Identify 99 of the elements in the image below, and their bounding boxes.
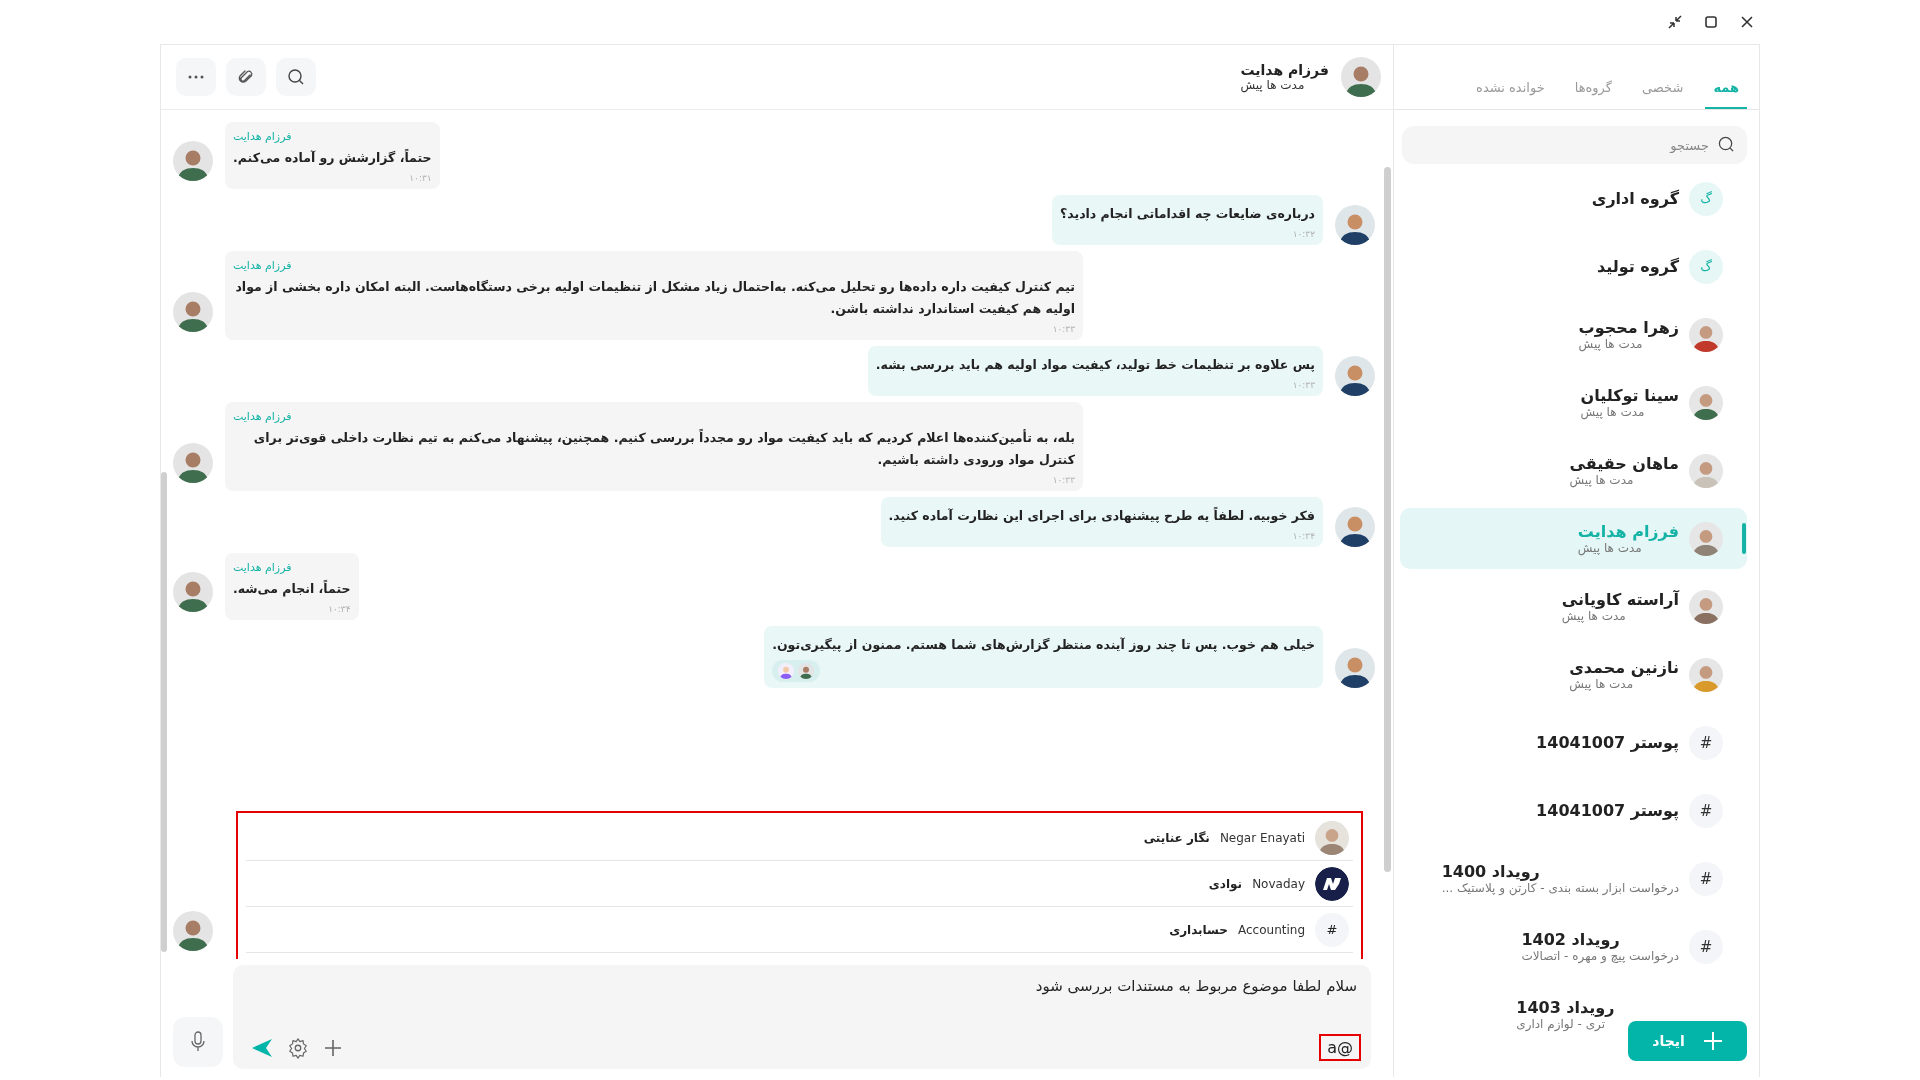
- conversation-subtitle: درخواست پیچ و مهره - اتصالات: [1521, 949, 1679, 963]
- conversation-name[interactable]: زهرا محجوب: [1578, 318, 1679, 337]
- avatar: [1689, 589, 1723, 624]
- message-time: ۱۰:۳۳: [1292, 380, 1315, 390]
- conversation-subtitle: مدت ها پیش: [1561, 609, 1626, 623]
- sender-name: فرزام هدایت: [233, 561, 292, 574]
- sender-name: فرزام هدایت: [233, 259, 292, 272]
- avatar: [1689, 317, 1723, 352]
- conversation-name[interactable]: رویداد 1400: [1441, 862, 1540, 881]
- sender-name: فرزام هدایت: [233, 130, 292, 143]
- avatar: [1689, 657, 1723, 692]
- group-initial: گ: [1689, 181, 1723, 216]
- plus-icon: [323, 1037, 343, 1058]
- conversation-name[interactable]: گروه اداری: [1591, 189, 1679, 208]
- message-text: پس علاوه بر تنظیمات خط تولید، کیفیت مواد اولیه هم باید بررسی بشه.: [875, 356, 1315, 374]
- microphone-button[interactable]: [173, 1017, 223, 1067]
- message-text: بله، به تأمین‌کننده‌ها اعلام کردیم که باید کیفیت مواد رو مجدداً بررسی کنیم. همچنین، پیشنهاد می‌کنم به تیم نظارت داخلی قوی‌تر برای کنترل مواد ورودی داشته باشیم.: [252, 428, 1075, 469]
- conversation-subtitle: درخواست ابزار بسته بندی - کارتن و پلاستیک ...: [1441, 881, 1679, 895]
- message-time: ۱۰:۳۴: [1292, 531, 1315, 541]
- conversation-subtitle: تری - لوازم اداری: [1516, 1017, 1605, 1031]
- collapse-icon[interactable]: [1668, 15, 1682, 29]
- plus-icon: [1702, 1031, 1723, 1051]
- avatar: [1315, 820, 1349, 855]
- avatar: [173, 572, 213, 612]
- conversation-subtitle: مدت ها پیش: [1569, 473, 1634, 487]
- add-button[interactable]: [323, 1037, 343, 1058]
- message-time: ۱۰:۳۱: [409, 173, 432, 183]
- mention-query: a@: [1319, 1034, 1361, 1061]
- display-name: نگار عنایتی: [1143, 830, 1210, 845]
- channel-icon: #: [1689, 861, 1723, 896]
- message-draft: سلام لطفا موضوع مربوط به مستندات بررسی شود: [1034, 977, 1358, 995]
- avatar: [778, 663, 795, 679]
- avatar: [1335, 356, 1375, 396]
- conversation-subtitle: مدت ها پیش: [1569, 677, 1634, 691]
- selection-indicator: [1742, 523, 1746, 554]
- group-initial: گ: [1689, 249, 1723, 284]
- logo-icon: [1315, 866, 1349, 901]
- send-icon: [251, 1037, 273, 1058]
- display-name: حسابداری: [1169, 922, 1228, 937]
- avatar: [798, 663, 815, 679]
- username: Negar Enayati: [1219, 830, 1305, 845]
- avatar: [173, 141, 213, 181]
- message-time: ۱۰:۳۴: [328, 604, 351, 614]
- message-time: ۱۰:۳۳: [1052, 475, 1075, 485]
- message-text: تیم کنترل کیفیت داره داده‌ها رو تحلیل می‌کنه. به‌احتمال زیاد مشکل از تنظیمات اولیه برخی دستگاه‌هاست. البته امکان داره بخشی از مواد اولیه هم کیفیت استاندارد نداشته باشن.: [234, 278, 1075, 318]
- settings-button[interactable]: [287, 1036, 309, 1059]
- avatar: [1689, 453, 1723, 488]
- search-icon: [287, 68, 305, 86]
- conversation-name[interactable]: آراسته کاویانی: [1561, 590, 1679, 609]
- avatar: [1689, 521, 1723, 556]
- contact-name: فرزام هدایت: [1240, 62, 1329, 78]
- conversation-subtitle: مدت ها پیش: [1580, 405, 1645, 419]
- close-icon[interactable]: [1740, 15, 1754, 29]
- contact-status: مدت ها پیش: [1240, 78, 1305, 92]
- search-button[interactable]: [276, 58, 316, 96]
- conversation-subtitle: مدت ها پیش: [1578, 337, 1643, 351]
- message-text: حتماً، گزارشش رو آماده می‌کنم.: [233, 148, 432, 167]
- avatar: [173, 911, 213, 951]
- scrollbar[interactable]: [1384, 167, 1391, 872]
- conversation-name[interactable]: گروه تولید: [1596, 257, 1679, 276]
- message-time: ۱۰:۳۲: [1292, 229, 1315, 239]
- avatar: [173, 443, 213, 483]
- message-text: خیلی هم خوب. پس تا چند روز آینده منتظر گزارش‌های شما هستم. ممنون از پیگیری‌تون.: [772, 636, 1315, 654]
- sender-name: فرزام هدایت: [233, 410, 292, 423]
- maximize-icon[interactable]: [1704, 15, 1718, 29]
- settings-icon: [287, 1036, 309, 1059]
- message-text: درباره‌ی ضایعات چه اقداماتی انجام دادید؟: [1059, 205, 1315, 224]
- paperclip-icon: [237, 68, 255, 86]
- avatar: [1335, 205, 1375, 245]
- attach-button[interactable]: [226, 58, 266, 96]
- microphone-icon: [190, 1031, 206, 1053]
- channel-icon: #: [1689, 929, 1723, 964]
- display-name: نوادی: [1208, 876, 1243, 891]
- channel-icon: #: [1689, 725, 1723, 760]
- username: Novaday: [1252, 876, 1305, 891]
- search-field[interactable]: جستجو: [1402, 126, 1747, 164]
- conversation-name[interactable]: نازنین محمدی: [1569, 658, 1679, 677]
- message-text: فکر خوبیه. لطفاً یه طرح پیشنهادی برای اجرای این نظارت آماده کنید.: [888, 506, 1315, 525]
- conversation-subtitle: مدت ها پیش: [1577, 541, 1642, 555]
- conversation-name[interactable]: پوستر 14041007: [1536, 801, 1679, 820]
- avatar: [1335, 648, 1375, 688]
- channel-icon: #: [1689, 793, 1723, 828]
- avatar: [173, 292, 213, 332]
- message-text: حتماً، انجام می‌شه.: [233, 579, 351, 599]
- selected-conversation[interactable]: فرزام هدایت مدت ها پیش: [1400, 508, 1747, 569]
- avatar: [1335, 507, 1375, 547]
- conversation-name[interactable]: رویداد 1403: [1516, 998, 1615, 1017]
- conversation-name[interactable]: پوستر 14041007: [1536, 733, 1679, 752]
- message-time: ۱۰:۳۳: [1052, 324, 1075, 334]
- more-icon: [188, 75, 204, 79]
- avatar: [1689, 385, 1723, 420]
- username: Accounting: [1238, 922, 1305, 937]
- avatar: [1341, 57, 1381, 97]
- conversation-name[interactable]: سینا توکلیان: [1580, 386, 1679, 405]
- search-icon: [1718, 136, 1735, 153]
- conversation-name[interactable]: ماهان حقیقی: [1569, 454, 1679, 473]
- conversation-name[interactable]: رویداد 1402: [1521, 930, 1620, 949]
- channel-icon: #: [1315, 912, 1349, 947]
- scrollbar[interactable]: [161, 472, 167, 952]
